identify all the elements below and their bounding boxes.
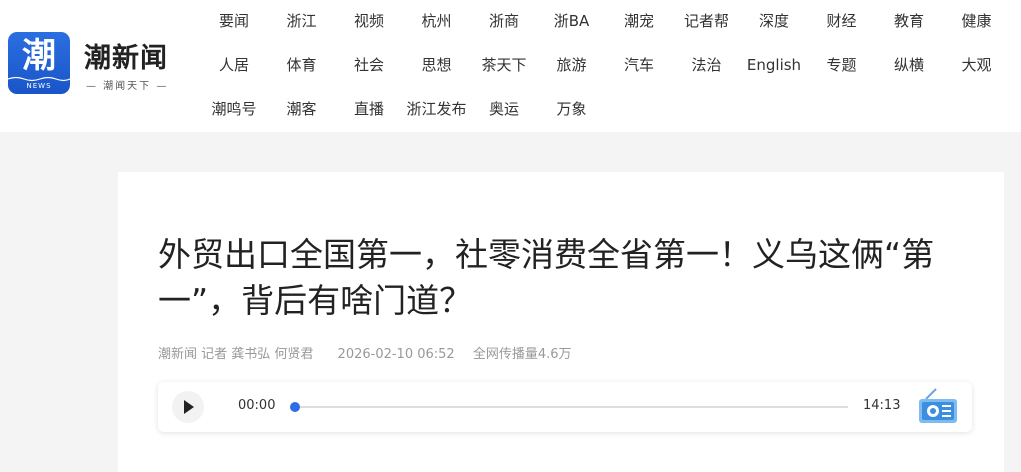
article-source-author: 潮新闻 记者 龚书弘 何贤君: [158, 347, 314, 362]
article-meta: 潮新闻 记者 龚书弘 何贤君 2026-02-10 06:52 全网传播量4.6…: [158, 343, 586, 362]
nav-item[interactable]: 教育: [875, 11, 943, 31]
play-button[interactable]: [172, 391, 204, 423]
nav-item[interactable]: 思想: [403, 55, 471, 75]
nav-item[interactable]: 大观: [943, 55, 1011, 75]
nav-item[interactable]: 浙江发布: [403, 99, 471, 119]
play-icon: [184, 400, 194, 414]
nav-item[interactable]: 浙江: [268, 11, 336, 31]
audio-player: 00:00 14:13: [158, 382, 972, 432]
logo-news-text: NEWS: [26, 82, 52, 90]
radio-icon[interactable]: [916, 385, 960, 427]
brand-slogan: — 潮闻天下 —: [86, 81, 169, 92]
nav-item[interactable]: 要闻: [200, 11, 268, 31]
nav-item[interactable]: English: [740, 55, 808, 75]
nav-item[interactable]: 人居: [200, 55, 268, 75]
nav-item[interactable]: 纵横: [875, 55, 943, 75]
brand-name[interactable]: 潮新闻: [84, 36, 168, 75]
nav-item[interactable]: 汽车: [605, 55, 673, 75]
progress-bar[interactable]: [290, 402, 848, 412]
article-datetime: 2026-02-10 06:52: [337, 347, 455, 362]
logo-glyph: 潮: [22, 36, 56, 76]
nav-item[interactable]: 浙BA: [538, 11, 606, 31]
article-card: 外贸出口全国第一，社零消费全省第一！义乌这俩“第一”，背后有啥门道？ 潮新闻 记…: [118, 172, 1004, 472]
article-title: 外贸出口全国第一，社零消费全省第一！义乌这俩“第一”，背后有啥门道？: [158, 235, 935, 320]
nav-item[interactable]: 旅游: [538, 55, 606, 75]
brand-logo[interactable]: 潮 NEWS: [8, 32, 70, 94]
nav-item[interactable]: 万象: [538, 99, 606, 119]
nav-item[interactable]: 潮鸣号: [200, 99, 268, 119]
site-header: 潮 NEWS 潮新闻 — 潮闻天下 — 要闻 浙江 视频 杭州 浙商 浙BA 潮宠 记者帮 深度…: [0, 0, 1021, 132]
nav-item[interactable]: 奥运: [470, 99, 538, 119]
progress-knob[interactable]: [290, 402, 300, 412]
nav-item[interactable]: 视频: [335, 11, 403, 31]
nav-item[interactable]: 记者帮: [673, 11, 741, 31]
nav-item[interactable]: 社会: [335, 55, 403, 75]
nav-item[interactable]: 健康: [943, 11, 1011, 31]
article-reach: 全网传播量4.6万: [472, 347, 572, 362]
nav-item[interactable]: 体育: [268, 55, 336, 75]
nav-item[interactable]: 潮客: [268, 99, 336, 119]
total-time: 14:13: [863, 398, 901, 413]
nav-item[interactable]: 专题: [808, 55, 876, 75]
nav-item[interactable]: 深度: [740, 11, 808, 31]
nav-item[interactable]: 直播: [335, 99, 403, 119]
nav-item[interactable]: 浙商: [470, 11, 538, 31]
nav-item[interactable]: 财经: [808, 11, 876, 31]
nav-item[interactable]: 潮宠: [605, 11, 673, 31]
nav-item[interactable]: 茶天下: [470, 55, 538, 75]
current-time: 00:00: [238, 398, 276, 413]
nav-item[interactable]: 法治: [673, 55, 741, 75]
nav-item[interactable]: 杭州: [403, 11, 471, 31]
